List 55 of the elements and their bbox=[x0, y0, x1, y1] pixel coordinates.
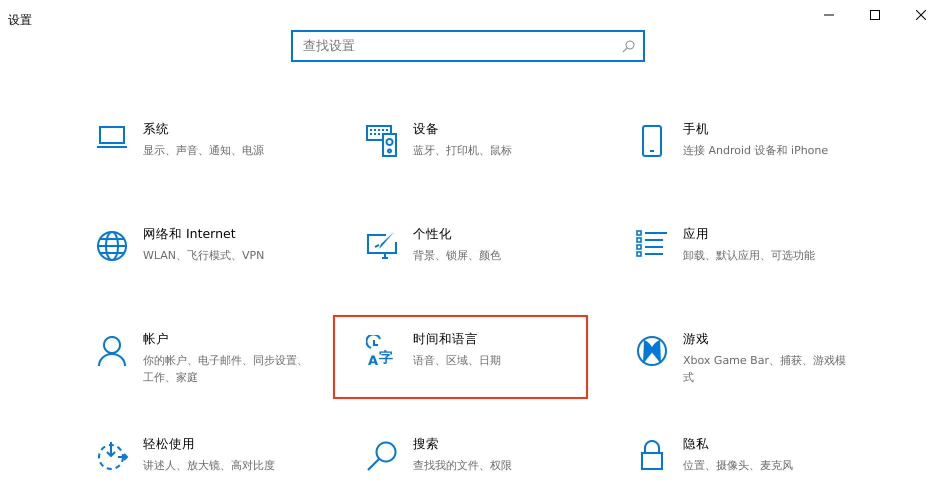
settings-category[interactable]: 网络和 Internet WLAN、飞行模式、VPN bbox=[63, 210, 318, 294]
category-description: WLAN、飞行模式、VPN bbox=[143, 248, 264, 264]
settings-category[interactable]: 游戏 Xbox Game Bar、捕获、游戏模式 bbox=[603, 315, 858, 399]
category-title: 隐私 bbox=[683, 436, 710, 453]
lock-icon bbox=[640, 440, 664, 470]
monitor-brush-icon bbox=[366, 230, 398, 260]
keyboard-speaker-icon bbox=[366, 125, 398, 157]
close-icon bbox=[916, 10, 926, 20]
category-title: 网络和 Internet bbox=[143, 226, 237, 243]
category-description: 背景、锁屏、颜色 bbox=[413, 248, 501, 264]
category-description: 你的帐户、电子邮件、同步设置、工作、家庭 bbox=[143, 353, 309, 386]
settings-category[interactable]: 系统 显示、声音、通知、电源 bbox=[63, 105, 318, 189]
laptop-icon bbox=[96, 125, 128, 149]
category-description: 蓝牙、打印机、鼠标 bbox=[413, 143, 512, 159]
settings-category[interactable]: 设备 蓝牙、打印机、鼠标 bbox=[333, 105, 588, 189]
phone-icon bbox=[642, 125, 662, 157]
category-description: 查找我的文件、权限 bbox=[413, 458, 512, 474]
search-icon bbox=[622, 40, 635, 52]
person-icon bbox=[98, 335, 126, 367]
category-title: 搜索 bbox=[413, 436, 440, 453]
globe-icon bbox=[96, 230, 128, 262]
search-field[interactable]: 查找设置 bbox=[291, 30, 645, 62]
category-description: 讲述人、放大镜、高对比度 bbox=[143, 458, 275, 474]
settings-category[interactable]: 帐户 你的帐户、电子邮件、同步设置、工作、家庭 bbox=[63, 315, 318, 399]
settings-category[interactable]: 个性化 背景、锁屏、颜色 bbox=[333, 210, 588, 294]
category-title: 轻松使用 bbox=[143, 436, 196, 453]
category-title: 设备 bbox=[413, 121, 440, 138]
settings-category[interactable]: 应用 卸载、默认应用、可选功能 bbox=[603, 210, 858, 294]
category-title: 手机 bbox=[683, 121, 710, 138]
maximize-icon bbox=[870, 10, 880, 20]
settings-category[interactable]: A字 时间和语言 语音、区域、日期 bbox=[333, 315, 588, 399]
ease-of-access-icon bbox=[96, 440, 128, 472]
category-description: Xbox Game Bar、捕获、游戏模式 bbox=[683, 353, 847, 386]
category-title: 时间和语言 bbox=[413, 331, 479, 348]
icon-letter: 字 bbox=[379, 350, 393, 366]
category-title: 游戏 bbox=[683, 331, 710, 348]
window-title: 设置 bbox=[7, 12, 32, 29]
search-input[interactable]: 查找设置 bbox=[303, 38, 622, 54]
category-description: 语音、区域、日期 bbox=[413, 353, 501, 369]
icon-letter: A bbox=[368, 354, 378, 367]
category-description: 连接 Android 设备和 iPhone bbox=[683, 143, 828, 159]
settings-category[interactable]: 隐私 位置、摄像头、麦克风 bbox=[603, 420, 858, 492]
category-title: 帐户 bbox=[143, 331, 170, 348]
category-description: 显示、声音、通知、电源 bbox=[143, 143, 264, 159]
category-title: 应用 bbox=[683, 226, 710, 243]
magnifier-icon bbox=[366, 440, 398, 472]
category-description: 位置、摄像头、麦克风 bbox=[683, 458, 793, 474]
settings-category[interactable]: 轻松使用 讲述人、放大镜、高对比度 bbox=[63, 420, 318, 492]
settings-category[interactable]: 搜索 查找我的文件、权限 bbox=[333, 420, 588, 492]
category-title: 系统 bbox=[143, 121, 170, 138]
category-description: 卸载、默认应用、可选功能 bbox=[683, 248, 815, 264]
settings-category[interactable]: 手机 连接 Android 设备和 iPhone bbox=[603, 105, 858, 189]
category-title: 个性化 bbox=[413, 226, 453, 243]
xbox-logo-icon bbox=[636, 335, 668, 367]
list-icon bbox=[636, 230, 668, 258]
